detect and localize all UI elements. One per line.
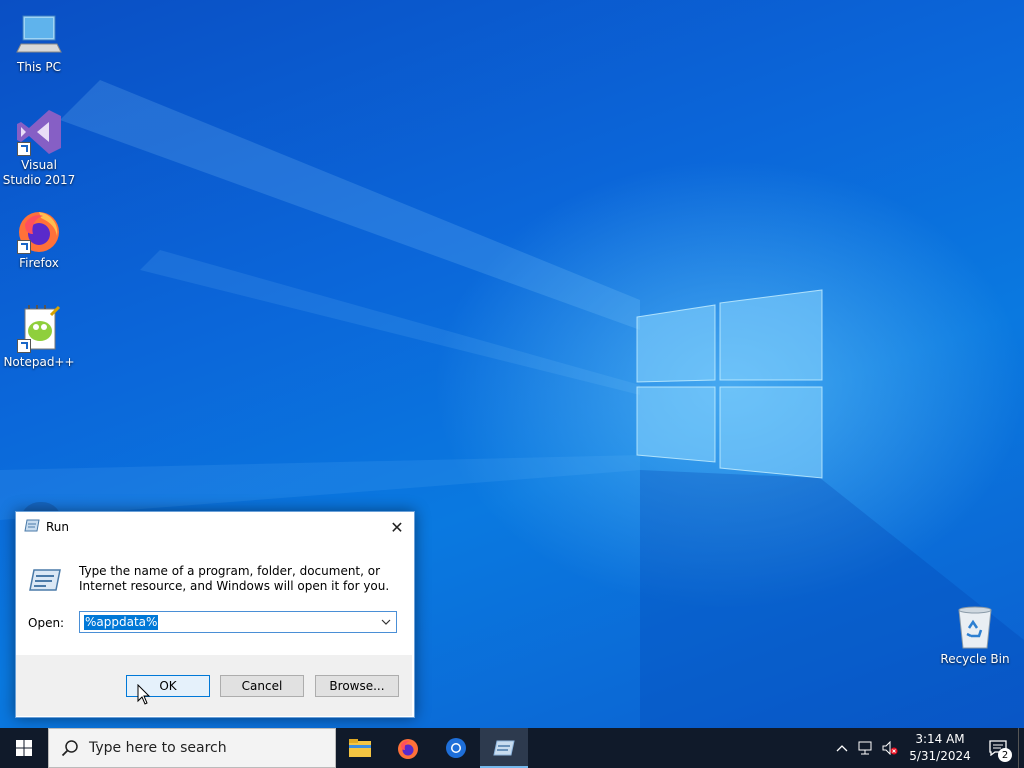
open-label: Open:	[28, 616, 65, 630]
system-tray: 3:14 AM 5/31/2024 2	[830, 728, 1024, 768]
network-icon[interactable]	[854, 728, 878, 768]
run-dialog: Run ✕ Type the name of a program, folder…	[15, 511, 415, 718]
visual-studio-icon	[15, 108, 63, 156]
run-description: Type the name of a program, folder, docu…	[79, 564, 390, 593]
chrome-icon	[446, 738, 466, 758]
desktop-icon-label: Firefox	[19, 256, 59, 270]
taskbar-clock[interactable]: 3:14 AM 5/31/2024	[902, 731, 978, 765]
clock-time: 3:14 AM	[915, 732, 965, 746]
shortcut-arrow-icon	[17, 142, 31, 156]
run-icon	[493, 740, 515, 756]
shortcut-arrow-icon	[17, 339, 31, 353]
search-icon	[61, 740, 78, 757]
desktop-icon-this-pc[interactable]: This PC	[1, 10, 77, 75]
windows-start-icon	[16, 740, 32, 756]
show-desktop-button[interactable]	[1018, 728, 1024, 768]
firefox-icon	[15, 206, 63, 254]
taskbar-run[interactable]	[480, 728, 528, 768]
search-placeholder: Type here to search	[89, 740, 227, 756]
mouse-cursor-icon	[137, 684, 151, 705]
run-small-icon	[24, 519, 40, 536]
this-pc-icon	[15, 10, 63, 58]
desktop-icon-label: Visual Studio 2017	[2, 158, 76, 187]
action-center-button[interactable]: 2	[978, 728, 1018, 768]
notification-count-badge: 2	[998, 748, 1012, 762]
taskbar-search-box[interactable]: Type here to search	[48, 728, 336, 768]
taskbar: Type here to search 3:14 AM 5/31/2024 2	[0, 728, 1024, 768]
desktop-icon-recycle-bin[interactable]: Recycle Bin	[937, 602, 1013, 667]
run-titlebar[interactable]: Run ✕	[16, 512, 414, 542]
open-combobox[interactable]: %appdata%	[79, 611, 397, 633]
volume-muted-icon[interactable]	[878, 728, 902, 768]
taskbar-firefox[interactable]	[384, 728, 432, 768]
desktop-icon-notepadpp[interactable]: Notepad++	[1, 305, 77, 370]
open-input-value[interactable]: %appdata%	[84, 615, 159, 630]
firefox-icon	[398, 739, 418, 759]
desktop-icon-label: This PC	[17, 60, 61, 74]
run-title: Run	[46, 520, 70, 534]
file-explorer-icon	[349, 739, 371, 757]
close-icon[interactable]: ✕	[386, 516, 408, 538]
run-button-bar: OK Cancel Browse...	[16, 655, 412, 716]
chevron-up-icon[interactable]	[830, 728, 854, 768]
run-program-icon	[28, 568, 62, 592]
taskbar-file-explorer[interactable]	[336, 728, 384, 768]
recycle-bin-icon	[951, 602, 999, 650]
chevron-down-icon[interactable]	[378, 614, 394, 630]
taskbar-chrome[interactable]	[432, 728, 480, 768]
notepadpp-icon	[15, 305, 63, 353]
desktop-icon-label: Notepad++	[3, 355, 75, 369]
desktop-icon-visual-studio[interactable]: Visual Studio 2017	[1, 108, 77, 188]
browse-button[interactable]: Browse...	[315, 675, 399, 697]
clock-date: 5/31/2024	[909, 749, 971, 763]
desktop-icon-label: Recycle Bin	[940, 652, 1010, 666]
start-button[interactable]	[0, 728, 48, 768]
desktop-icon-firefox[interactable]: Firefox	[1, 206, 77, 271]
cancel-button[interactable]: Cancel	[220, 675, 304, 697]
shortcut-arrow-icon	[17, 240, 31, 254]
